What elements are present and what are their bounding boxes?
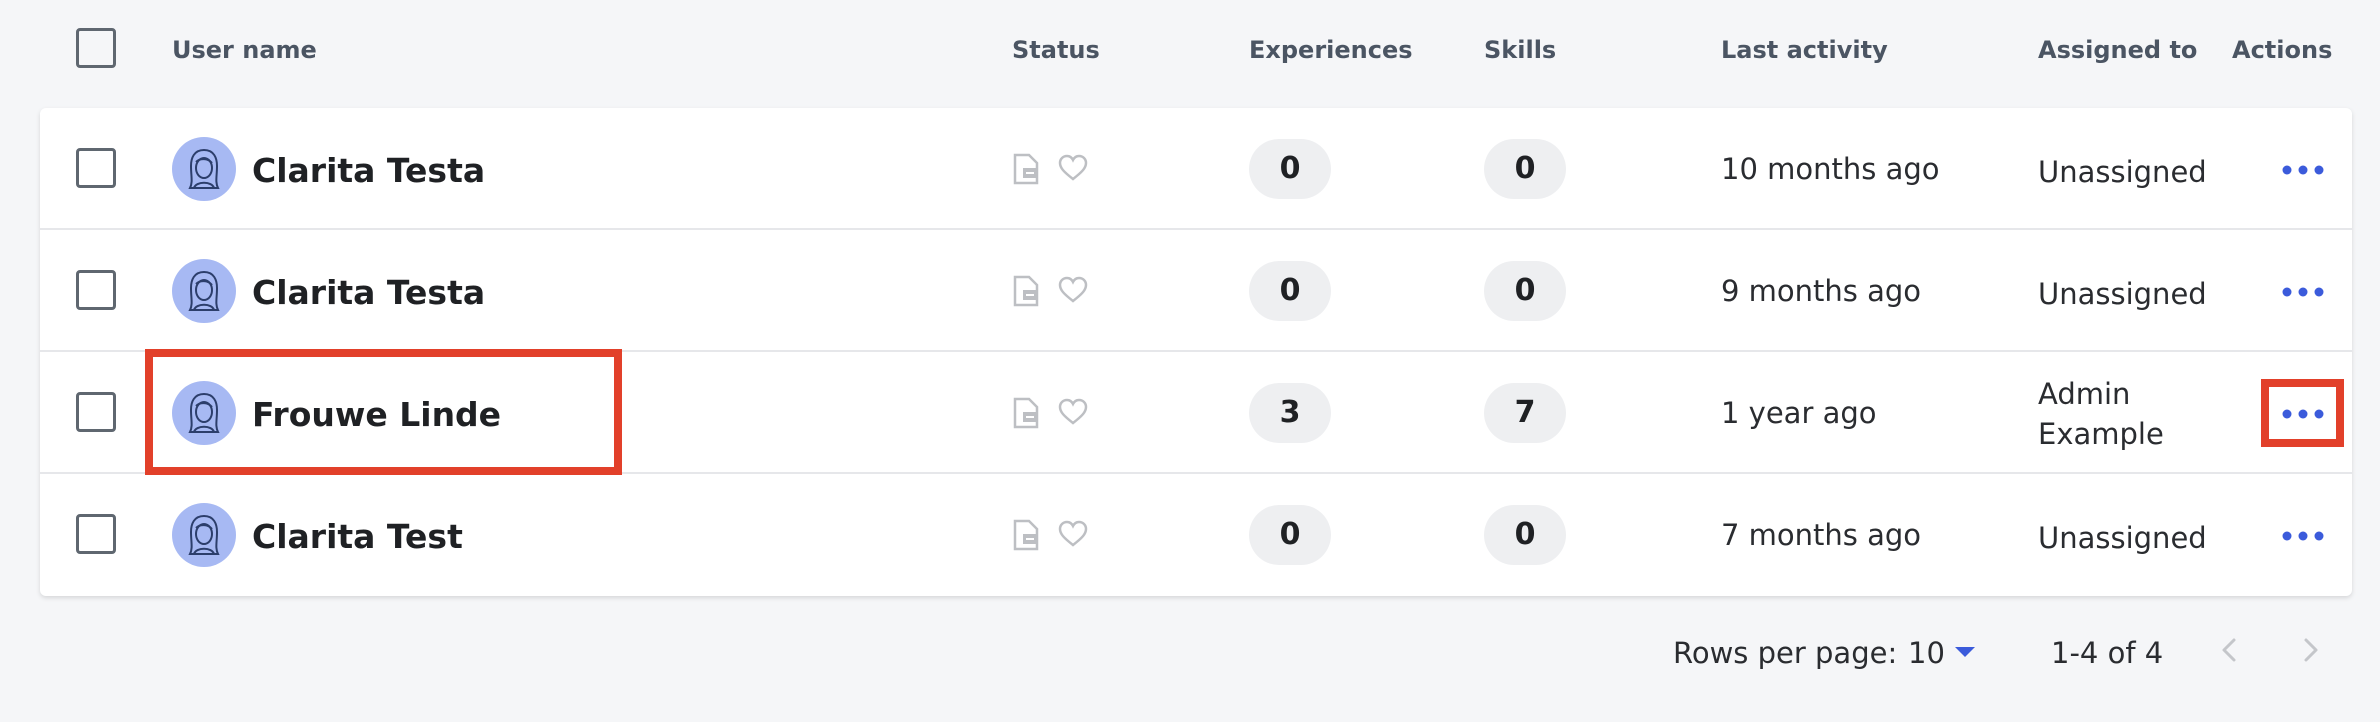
column-header-actions: Actions — [2232, 36, 2333, 64]
skills-count: 7 — [1484, 383, 1566, 443]
column-header-user-name[interactable]: User name — [172, 36, 317, 64]
assigned-to: Admin Example — [2038, 377, 2164, 451]
chevron-right-icon[interactable] — [2290, 630, 2330, 670]
last-activity: 9 months ago — [1721, 274, 1922, 308]
pagination-bar: Rows per page: 10 1-4 of 4 — [0, 620, 2380, 680]
document-icon[interactable] — [1012, 275, 1040, 307]
avatar — [172, 503, 236, 567]
caret-down-icon — [1955, 647, 1975, 657]
select-all-checkbox[interactable] — [76, 28, 116, 68]
experiences-count: 0 — [1249, 261, 1331, 321]
users-table: Clarita Testa 0 0 10 months ago Unassign… — [40, 108, 2352, 596]
row-checkbox[interactable] — [76, 148, 116, 188]
row-checkbox[interactable] — [76, 514, 116, 554]
column-header-status[interactable]: Status — [1012, 36, 1100, 64]
avatar — [172, 381, 236, 445]
heart-icon[interactable] — [1058, 154, 1088, 182]
experiences-count: 0 — [1249, 139, 1331, 199]
table-row[interactable]: Frouwe Linde 3 7 1 year ago Admin Exampl… — [40, 352, 2352, 474]
row-checkbox[interactable] — [76, 270, 116, 310]
pagination-range: 1-4 of 4 — [2051, 636, 2164, 670]
user-avatar-icon — [188, 270, 220, 311]
column-header-assigned-to[interactable]: Assigned to — [2038, 36, 2197, 64]
user-avatar-icon — [188, 392, 220, 433]
rows-per-page-value: 10 — [1908, 636, 1945, 670]
more-horizontal-icon[interactable] — [2280, 282, 2326, 302]
experiences-count: 0 — [1249, 505, 1331, 565]
user-name[interactable]: Clarita Testa — [252, 151, 485, 190]
document-icon[interactable] — [1012, 153, 1040, 185]
assigned-to: Unassigned — [2038, 277, 2207, 311]
chevron-left-icon[interactable] — [2210, 630, 2250, 670]
skills-count: 0 — [1484, 505, 1566, 565]
row-checkbox[interactable] — [76, 392, 116, 432]
table-row[interactable]: Clarita Testa 0 0 10 months ago Unassign… — [40, 108, 2352, 230]
assigned-to: Unassigned — [2038, 521, 2207, 555]
table-header: User name Status Experiences Skills Last… — [0, 0, 2380, 104]
user-name[interactable]: Clarita Testa — [252, 273, 485, 312]
avatar — [172, 137, 236, 201]
user-name[interactable]: Frouwe Linde — [252, 395, 501, 434]
document-icon[interactable] — [1012, 519, 1040, 551]
column-header-last-activity[interactable]: Last activity — [1721, 36, 1888, 64]
skills-count: 0 — [1484, 139, 1566, 199]
user-name[interactable]: Clarita Test — [252, 517, 463, 556]
user-avatar-icon — [188, 514, 220, 555]
heart-icon[interactable] — [1058, 276, 1088, 304]
table-row[interactable]: Clarita Testa 0 0 9 months ago Unassigne… — [40, 230, 2352, 352]
last-activity: 1 year ago — [1721, 396, 1877, 430]
rows-per-page-label: Rows per page: — [1673, 636, 1898, 670]
assigned-to: Unassigned — [2038, 155, 2207, 189]
user-avatar-icon — [188, 148, 220, 189]
document-icon[interactable] — [1012, 397, 1040, 429]
last-activity: 10 months ago — [1721, 152, 1940, 186]
table-row[interactable]: Clarita Test 0 0 7 months ago Unassigned — [40, 474, 2352, 596]
column-header-experiences[interactable]: Experiences — [1249, 36, 1413, 64]
avatar — [172, 259, 236, 323]
more-horizontal-icon[interactable] — [2280, 404, 2326, 424]
heart-icon[interactable] — [1058, 520, 1088, 548]
more-horizontal-icon[interactable] — [2280, 526, 2326, 546]
heart-icon[interactable] — [1058, 398, 1088, 426]
skills-count: 0 — [1484, 261, 1566, 321]
column-header-skills[interactable]: Skills — [1484, 36, 1556, 64]
rows-per-page-select[interactable]: 10 — [1906, 630, 1996, 674]
more-horizontal-icon[interactable] — [2280, 160, 2326, 180]
experiences-count: 3 — [1249, 383, 1331, 443]
last-activity: 7 months ago — [1721, 518, 1922, 552]
